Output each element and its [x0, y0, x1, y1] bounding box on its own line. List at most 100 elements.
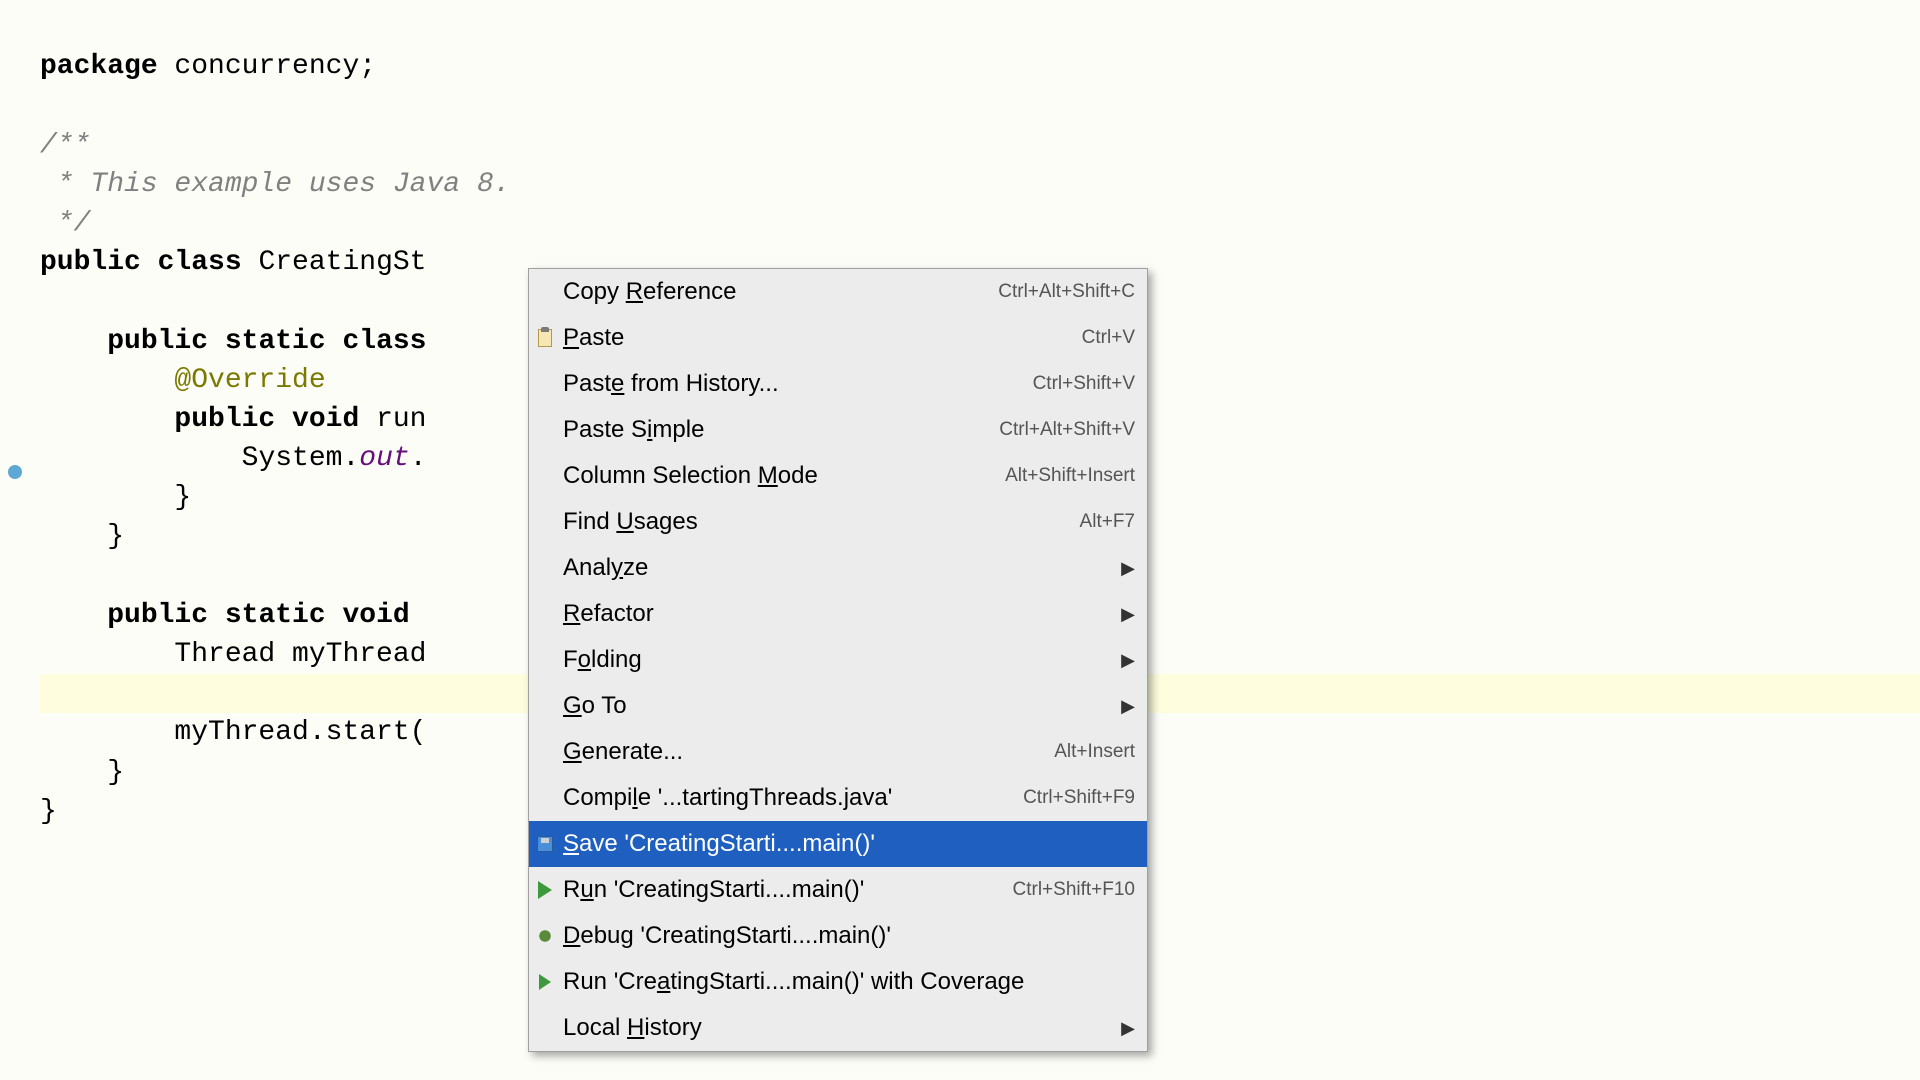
blank-icon: [533, 648, 557, 672]
menu-item-shortcut: Alt+Insert: [1054, 741, 1135, 763]
menu-item-shortcut: Alt+Shift+Insert: [1005, 465, 1135, 487]
menu-item-label: Compile '...tartingThreads.java': [563, 784, 1011, 812]
menu-item-13[interactable]: Run 'CreatingStarti....main()' Ctrl+Shift…: [529, 867, 1147, 913]
code-line: myThread.start(: [40, 717, 426, 748]
brace: }: [107, 757, 124, 788]
submenu-arrow-icon: ▶: [1121, 558, 1135, 579]
dot: .: [410, 443, 427, 474]
annotation-override: @Override: [174, 365, 325, 396]
menu-item-3[interactable]: Paste Simple Ctrl+Alt+Shift+V: [529, 407, 1147, 453]
menu-item-shortcut: Ctrl+Shift+F9: [1023, 787, 1135, 809]
menu-item-10[interactable]: Generate... Alt+Insert: [529, 729, 1147, 775]
code-line: package concurrency;: [40, 51, 376, 82]
menu-item-label: Generate...: [563, 738, 1042, 766]
menu-item-0[interactable]: Copy Reference Ctrl+Alt+Shift+C: [529, 269, 1147, 315]
menu-item-12[interactable]: Save 'CreatingStarti....main()': [529, 821, 1147, 867]
coverage-icon: [533, 970, 557, 994]
menu-item-shortcut: Ctrl+Shift+V: [1033, 373, 1135, 395]
code-line: }: [40, 757, 124, 788]
code-line: public class CreatingSt: [40, 247, 426, 278]
code-line: @Override: [40, 365, 326, 396]
keyword-main: public static void: [107, 600, 409, 631]
menu-item-label: Copy Reference: [563, 278, 986, 306]
brace: }: [174, 482, 191, 513]
menu-item-5[interactable]: Find Usages Alt+F7: [529, 499, 1147, 545]
blank-icon: [533, 464, 557, 488]
save-icon: [533, 832, 557, 856]
menu-item-label: Go To: [563, 692, 1113, 720]
code-line: System.out.: [40, 443, 427, 474]
blank-icon: [533, 786, 557, 810]
code-line: }: [40, 796, 57, 827]
editor-context-menu: Copy Reference Ctrl+Alt+Shift+C Paste Ctrl+…: [528, 268, 1148, 1052]
blank-icon: [533, 510, 557, 534]
menu-item-shortcut: Alt+F7: [1080, 511, 1135, 533]
blank-icon: [533, 694, 557, 718]
menu-item-9[interactable]: Go To ▶: [529, 683, 1147, 729]
override-gutter-icon[interactable]: [8, 465, 22, 479]
blank-icon: [533, 556, 557, 580]
menu-item-8[interactable]: Folding ▶: [529, 637, 1147, 683]
menu-item-label: Debug 'CreatingStarti....main()': [563, 922, 1135, 950]
menu-item-label: Paste: [563, 324, 1070, 352]
paste-icon: [533, 326, 557, 350]
debug-icon: [533, 924, 557, 948]
code-line: }: [40, 521, 124, 552]
keyword-inner-class: public static class: [107, 326, 426, 357]
class-name: CreatingSt: [242, 247, 427, 278]
menu-item-label: Analyze: [563, 554, 1113, 582]
blank-icon: [533, 602, 557, 626]
menu-item-6[interactable]: Analyze ▶: [529, 545, 1147, 591]
blank-icon: [533, 372, 557, 396]
menu-item-label: Local History: [563, 1014, 1113, 1042]
menu-item-label: Run 'CreatingStarti....main()' with Cove…: [563, 968, 1135, 996]
keyword-class: public class: [40, 247, 242, 278]
code-line: }: [40, 482, 191, 513]
blank-icon: [533, 280, 557, 304]
code-line: public static class: [40, 326, 426, 357]
menu-item-11[interactable]: Compile '...tartingThreads.java' Ctrl+Shi…: [529, 775, 1147, 821]
menu-item-label: Folding: [563, 646, 1113, 674]
menu-item-16[interactable]: Local History ▶: [529, 1005, 1147, 1051]
menu-item-2[interactable]: Paste from History... Ctrl+Shift+V: [529, 361, 1147, 407]
menu-item-shortcut: Ctrl+Alt+Shift+V: [999, 419, 1135, 441]
brace: }: [107, 521, 124, 552]
menu-item-label: Find Usages: [563, 508, 1068, 536]
out-field: out: [359, 443, 409, 474]
menu-item-label: Paste from History...: [563, 370, 1021, 398]
brace: }: [40, 796, 57, 827]
menu-item-1[interactable]: Paste Ctrl+V: [529, 315, 1147, 361]
blank-icon: [533, 1016, 557, 1040]
menu-item-shortcut: Ctrl+V: [1082, 327, 1135, 349]
submenu-arrow-icon: ▶: [1121, 1018, 1135, 1039]
menu-item-shortcut: Ctrl+Alt+Shift+C: [998, 281, 1135, 303]
comment-line: */: [40, 208, 90, 239]
menu-item-label: Run 'CreatingStarti....main()': [563, 876, 1001, 904]
keyword-package: package: [40, 51, 158, 82]
blank-icon: [533, 418, 557, 442]
menu-item-7[interactable]: Refactor▶: [529, 591, 1147, 637]
code-line: public static void: [40, 600, 410, 631]
menu-item-label: Refactor: [563, 600, 1113, 628]
thread-declaration: Thread myThread: [174, 639, 426, 670]
submenu-arrow-icon: ▶: [1121, 650, 1135, 671]
comment-line: * This example uses Java 8.: [40, 169, 510, 200]
menu-item-label: Paste Simple: [563, 416, 987, 444]
menu-item-label: Save 'CreatingStarti....main()': [563, 830, 1135, 858]
menu-item-15[interactable]: Run 'CreatingStarti....main()' with Cove…: [529, 959, 1147, 1005]
menu-item-label: Column Selection Mode: [563, 462, 993, 490]
code-line: public void run: [40, 404, 426, 435]
run-icon: [533, 878, 557, 902]
keyword-method: public void: [174, 404, 359, 435]
code-line: Thread myThread: [40, 639, 426, 670]
menu-item-4[interactable]: Column Selection Mode Alt+Shift+Insert: [529, 453, 1147, 499]
blank-icon: [533, 740, 557, 764]
menu-item-shortcut: Ctrl+Shift+F10: [1013, 879, 1136, 901]
menu-item-14[interactable]: Debug 'CreatingStarti....main()': [529, 913, 1147, 959]
comment-line: /**: [40, 130, 90, 161]
thread-start-call: myThread.start(: [174, 717, 426, 748]
system-class: System.: [242, 443, 360, 474]
submenu-arrow-icon: ▶: [1121, 696, 1135, 717]
method-name: run: [359, 404, 426, 435]
package-name: concurrency;: [158, 51, 376, 82]
